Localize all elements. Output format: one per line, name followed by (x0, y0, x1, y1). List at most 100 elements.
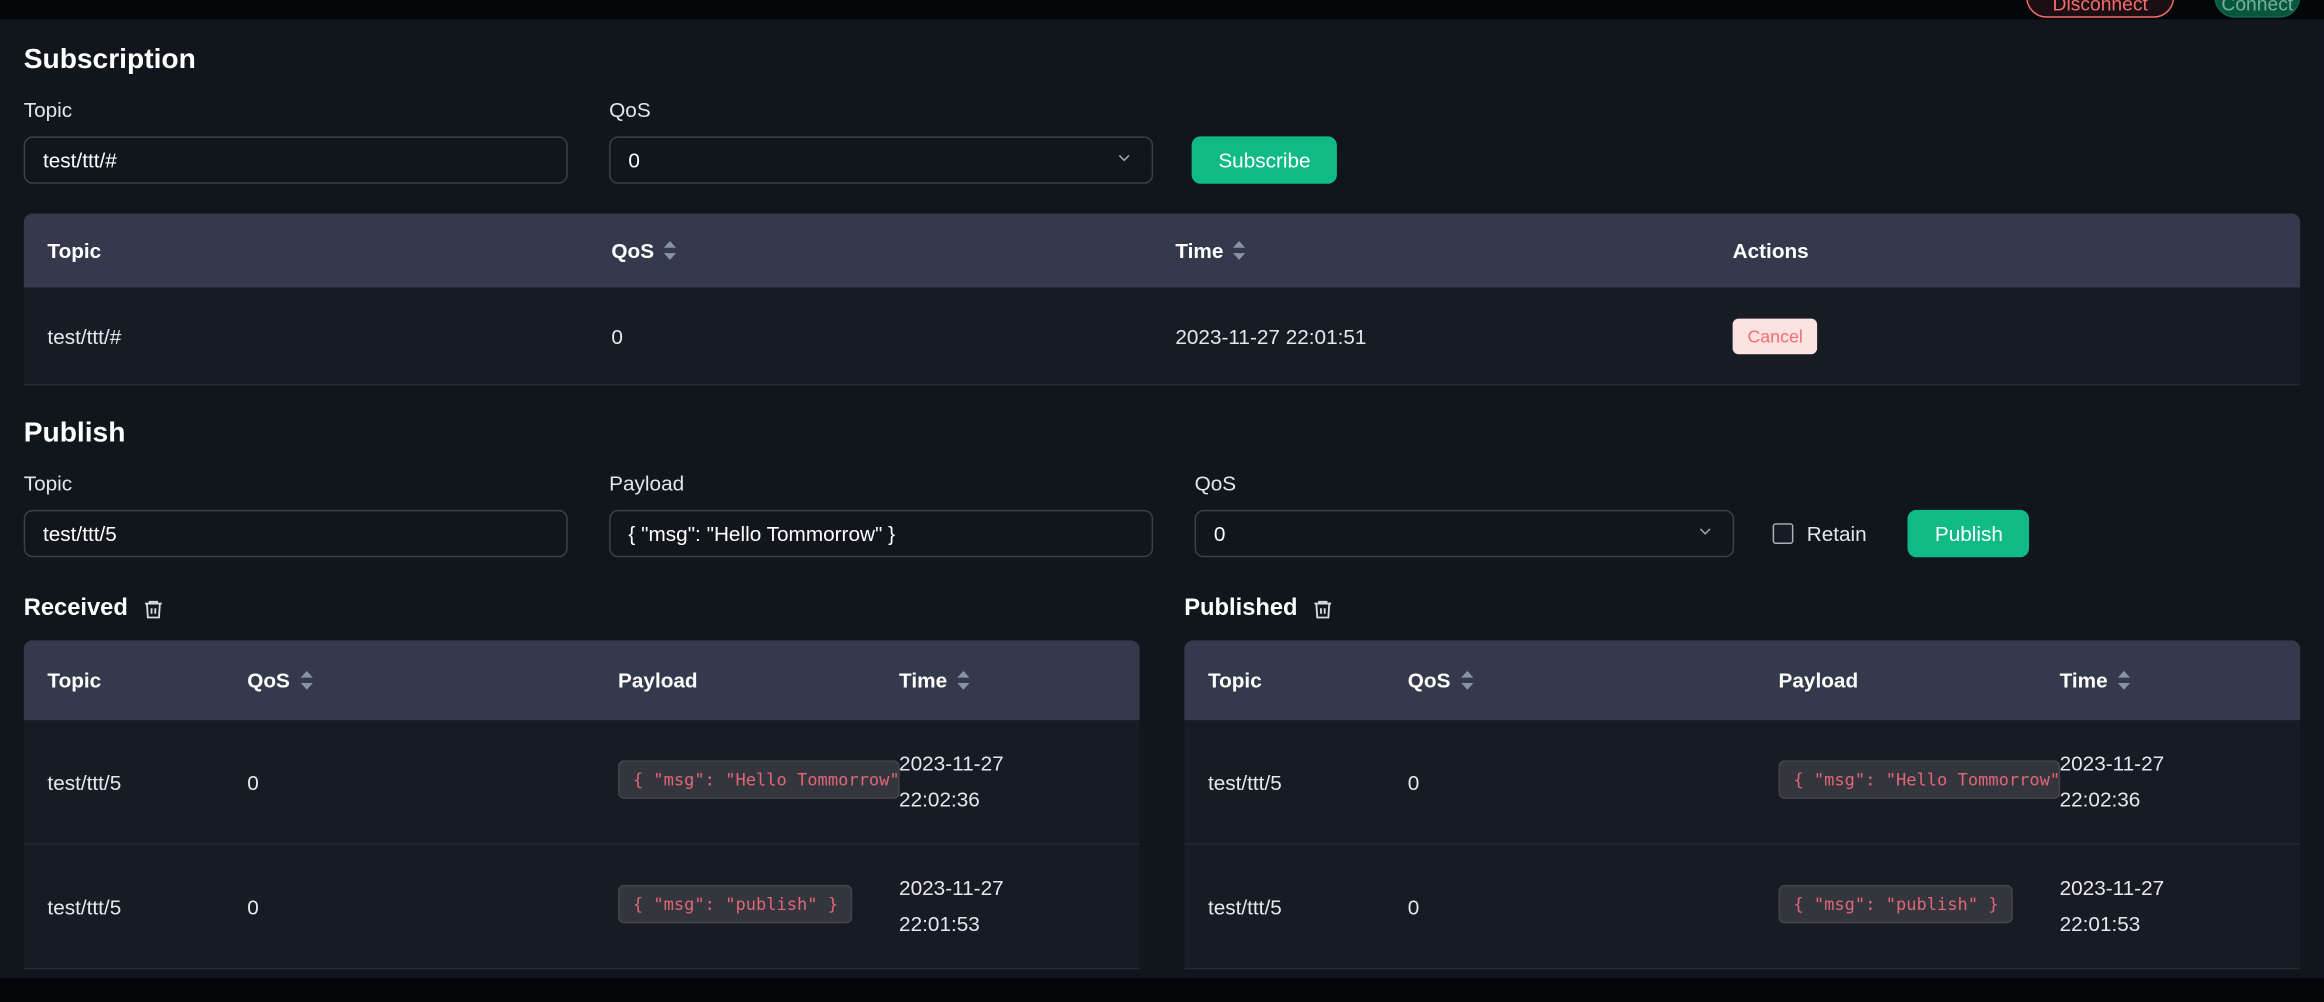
col-label: Actions (1733, 239, 1809, 263)
message-date: 2023-11-27 (899, 747, 1116, 782)
subscription-table: Topic QoS Time Actions (24, 213, 2301, 385)
message-clock: 22:01:53 (2060, 906, 2277, 941)
col-label: QoS (611, 239, 654, 263)
received-title: Received (24, 596, 128, 623)
message-payload: { "msg": "Hello Tommorrow" (1779, 760, 2060, 799)
publish-button[interactable]: Publish (1908, 510, 2029, 557)
publish-topic-input[interactable] (24, 510, 568, 557)
sort-icon[interactable] (956, 670, 971, 691)
publish-qos-label: QoS (1195, 471, 1734, 495)
published-table-header: Topic QoS Payload Time (1184, 640, 2300, 720)
message-date: 2023-11-27 (899, 871, 1116, 906)
subscription-row: test/ttt/# 0 2023-11-27 22:01:51 Cancel (24, 288, 2301, 386)
subscription-title: Subscription (24, 44, 2301, 77)
subscription-form: Topic QoS 0 Subscribe (24, 98, 2301, 184)
subscription-table-header: Topic QoS Time Actions (24, 213, 2301, 287)
message-qos: 0 (247, 770, 618, 794)
subscription-col-actions: Actions (1733, 239, 2277, 263)
message-time: 2023-11-27 22:02:36 (2060, 747, 2277, 818)
subscription-qos-label: QoS (609, 98, 1153, 122)
received-row: test/ttt/5 0 { "msg": "Hello Tommorrow" … (24, 720, 1140, 844)
main-content: Subscription Topic QoS 0 Subscribe (0, 44, 2324, 969)
message-qos: 0 (247, 894, 618, 918)
disconnect-button[interactable]: Disconnect (2026, 0, 2174, 18)
subscription-qos-value: 0 (628, 148, 640, 172)
subscription-col-qos: QoS (611, 239, 1175, 263)
received-table: Topic QoS Payload Time (24, 640, 1140, 969)
subscription-topic-label: Topic (24, 98, 568, 122)
message-topic: test/ttt/5 (47, 894, 247, 918)
message-date: 2023-11-27 (2060, 747, 2277, 782)
message-payload: { "msg": "Hello Tommorrow" (618, 760, 899, 799)
publish-topic-label: Topic (24, 471, 568, 495)
bottom-strip (0, 978, 2324, 1002)
message-payload: { "msg": "publish" } (618, 885, 853, 924)
subscription-topic-input[interactable] (24, 136, 568, 183)
received-table-header: Topic QoS Payload Time (24, 640, 1140, 720)
sort-icon[interactable] (299, 670, 314, 691)
col-label: Time (2060, 668, 2108, 692)
received-col-qos: QoS (247, 668, 618, 692)
message-topic: test/ttt/5 (1208, 770, 1408, 794)
app-root: Disconnect Connect Subscription Topic Qo… (0, 0, 2324, 1002)
col-label: Topic (1208, 668, 1262, 692)
col-label: Payload (1779, 668, 1859, 692)
message-time: 2023-11-27 22:01:53 (899, 871, 1116, 942)
message-clock: 22:02:36 (2060, 782, 2277, 817)
received-col-payload: Payload (618, 668, 899, 692)
publish-qos-select[interactable]: 0 (1195, 510, 1734, 557)
message-clock: 22:02:36 (899, 782, 1116, 817)
subscription-qos-select[interactable]: 0 (609, 136, 1153, 183)
subscription-col-topic: Topic (47, 239, 611, 263)
published-col-topic: Topic (1208, 668, 1408, 692)
message-date: 2023-11-27 (2060, 871, 2277, 906)
published-col-time: Time (2060, 668, 2277, 692)
connection-toolbar: Disconnect Connect (0, 0, 2324, 19)
col-label: QoS (247, 668, 290, 692)
sort-icon[interactable] (663, 240, 678, 261)
clear-published-trash-icon[interactable] (1312, 597, 1334, 621)
col-label: Topic (47, 239, 101, 263)
published-table: Topic QoS Payload Time (1184, 640, 2300, 969)
message-topic: test/ttt/5 (1208, 894, 1408, 918)
col-label: Topic (47, 668, 101, 692)
chevron-down-icon (1696, 522, 1715, 546)
message-qos: 0 (1408, 894, 1779, 918)
sort-icon[interactable] (1459, 670, 1474, 691)
message-qos: 0 (1408, 770, 1779, 794)
published-col-qos: QoS (1408, 668, 1779, 692)
received-col-topic: Topic (47, 668, 247, 692)
subscription-row-time: 2023-11-27 22:01:51 (1175, 324, 1732, 348)
retain-checkbox[interactable] (1773, 523, 1794, 544)
subscription-row-topic: test/ttt/# (47, 324, 611, 348)
published-row: test/ttt/5 0 { "msg": "publish" } 2023-1… (1184, 845, 2300, 969)
subscription-row-qos: 0 (611, 324, 1175, 348)
col-label: Time (1175, 239, 1223, 263)
message-clock: 22:01:53 (899, 906, 1116, 941)
message-topic: test/ttt/5 (47, 770, 247, 794)
received-panel: Received Topic QoS (24, 596, 1140, 969)
col-label: Time (899, 668, 947, 692)
publish-qos-value: 0 (1214, 522, 1226, 546)
subscription-col-time: Time (1175, 239, 1732, 263)
clear-received-trash-icon[interactable] (143, 597, 165, 621)
publish-payload-input[interactable] (609, 510, 1153, 557)
published-col-payload: Payload (1779, 668, 2060, 692)
published-row: test/ttt/5 0 { "msg": "Hello Tommorrow" … (1184, 720, 2300, 844)
sort-icon[interactable] (1232, 240, 1247, 261)
publish-payload-label: Payload (609, 471, 1153, 495)
retain-label: Retain (1807, 522, 1867, 546)
subscribe-button[interactable]: Subscribe (1192, 136, 1338, 183)
col-label: QoS (1408, 668, 1451, 692)
connect-button[interactable]: Connect (2214, 0, 2300, 18)
published-panel: Published Topic QoS (1184, 596, 2300, 969)
published-title: Published (1184, 596, 1297, 623)
sort-icon[interactable] (2117, 670, 2132, 691)
chevron-down-icon (1115, 148, 1134, 172)
publish-form: Topic Payload QoS 0 Retain Publ (24, 471, 2301, 557)
received-row: test/ttt/5 0 { "msg": "publish" } 2023-1… (24, 845, 1140, 969)
received-col-time: Time (899, 668, 1116, 692)
message-time: 2023-11-27 22:01:53 (2060, 871, 2277, 942)
message-payload: { "msg": "publish" } (1779, 885, 2014, 924)
cancel-subscription-button[interactable]: Cancel (1733, 318, 1818, 354)
